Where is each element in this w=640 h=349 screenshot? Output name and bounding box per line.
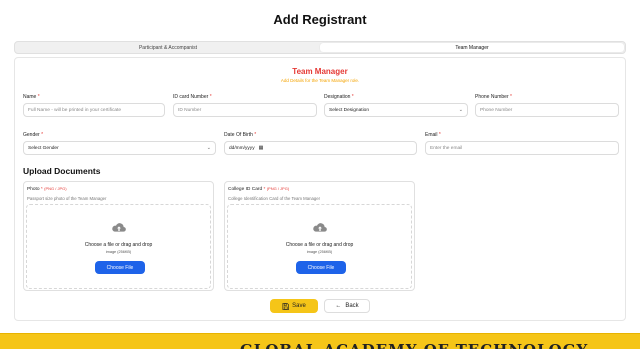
- team-manager-form: Team Manager Add Details for the Team Ma…: [14, 57, 626, 321]
- photo-description: Passport size photo of the Team Manager: [27, 196, 107, 201]
- photo-upload-card: Photo * (PNG / JPG) Passport size photo …: [23, 181, 214, 291]
- college-id-format-hint: (PNG / JPG): [266, 186, 290, 191]
- cloud-upload-icon: [112, 223, 126, 232]
- phone-placeholder: Phone Number: [480, 107, 513, 113]
- name-input[interactable]: Full Name - will be printed in your cert…: [23, 103, 165, 117]
- dob-label: Date Of Birth: [224, 132, 253, 138]
- required-marker: *: [438, 132, 441, 138]
- save-label: Save: [292, 303, 306, 309]
- dob-value: dd/mm/yyyy: [229, 145, 255, 151]
- chevron-down-icon: ⌄: [458, 107, 463, 113]
- gender-value: Select Gender: [28, 145, 59, 151]
- designation-label: Designation: [324, 94, 351, 100]
- drop-instructions: Choose a file or drag and drop: [84, 242, 153, 248]
- add-registrant-page: Add Registrant Participant & Accompanist…: [0, 0, 640, 349]
- form-heading: Team Manager: [292, 67, 348, 76]
- phone-field-group: Phone Number * Phone Number: [475, 94, 619, 117]
- dob-input[interactable]: dd/mm/yyyy ▦: [224, 141, 417, 155]
- chevron-down-icon: ⌄: [206, 145, 211, 151]
- footer-institution-name: GLOBAL ACADEMY OF TECHNOLOGY: [240, 341, 588, 349]
- id-card-field-group: ID card Number * ID Number: [173, 94, 317, 117]
- back-button[interactable]: ← Back: [324, 299, 370, 313]
- floppy-disk-icon: [282, 302, 290, 310]
- photo-drop-zone[interactable]: Choose a file or drag and drop image (25…: [26, 204, 211, 289]
- id-card-input[interactable]: ID Number: [173, 103, 317, 117]
- drop-instructions: Choose a file or drag and drop: [285, 242, 354, 248]
- college-id-label: College ID Card: [228, 187, 263, 192]
- required-marker: *: [37, 94, 40, 100]
- email-input[interactable]: Enter the email: [425, 141, 619, 155]
- designation-field-group: Designation * Select Designation ⌄: [324, 94, 468, 117]
- designation-value: Select Designation: [329, 107, 369, 113]
- required-marker: *: [41, 132, 44, 138]
- id-card-placeholder: ID Number: [178, 107, 202, 113]
- name-label: Name: [23, 94, 37, 100]
- arrow-left-icon: ←: [335, 303, 342, 309]
- tab-participant-accompanist[interactable]: Participant & Accompanist: [16, 43, 320, 52]
- file-size-hint: image (256KB): [306, 250, 333, 254]
- gender-field-group: Gender * Select Gender ⌄: [23, 132, 216, 155]
- file-size-hint: image (256KB): [105, 250, 132, 254]
- save-button[interactable]: Save: [270, 299, 318, 313]
- email-placeholder: Enter the email: [430, 145, 463, 151]
- gender-select[interactable]: Select Gender ⌄: [23, 141, 216, 155]
- phone-label: Phone Number: [475, 94, 509, 100]
- tab-bar: Participant & Accompanist Team Manager: [14, 41, 626, 54]
- college-id-choose-file-button[interactable]: Choose File: [296, 261, 346, 274]
- college-id-upload-card: College ID Card * (PNG / JPG) College Id…: [224, 181, 415, 291]
- name-placeholder: Full Name - will be printed in your cert…: [28, 107, 122, 113]
- college-id-drop-zone[interactable]: Choose a file or drag and drop image (25…: [227, 204, 412, 289]
- back-label: Back: [345, 303, 359, 309]
- required-marker: *: [351, 94, 354, 100]
- email-label: Email: [425, 132, 438, 138]
- tab-team-manager[interactable]: Team Manager: [320, 43, 624, 52]
- required-marker: *: [209, 94, 212, 100]
- college-id-description: College Identification Card of the Team …: [228, 196, 321, 201]
- photo-format-hint: (PNG / JPG): [44, 186, 67, 191]
- name-field-group: Name * Full Name - will be printed in yo…: [23, 94, 165, 117]
- phone-input[interactable]: Phone Number: [475, 103, 619, 117]
- dob-field-group: Date Of Birth * dd/mm/yyyy ▦: [224, 132, 417, 155]
- cloud-upload-icon: [313, 223, 327, 232]
- email-field-group: Email * Enter the email: [425, 132, 619, 155]
- footer-banner: GLOBAL ACADEMY OF TECHNOLOGY: [0, 333, 640, 349]
- upload-documents-heading: Upload Documents: [23, 166, 101, 176]
- designation-select[interactable]: Select Designation ⌄: [324, 103, 468, 117]
- form-subheading: Add Details for the Team Manager role.: [280, 78, 360, 83]
- required-marker: *: [40, 187, 43, 192]
- gender-label: Gender: [23, 132, 40, 138]
- required-marker: *: [510, 94, 512, 100]
- required-marker: *: [263, 187, 266, 192]
- page-title: Add Registrant: [273, 12, 367, 27]
- id-card-label: ID card Number: [173, 94, 209, 100]
- calendar-icon[interactable]: ▦: [259, 145, 264, 151]
- photo-label: Photo: [27, 187, 40, 192]
- photo-choose-file-button[interactable]: Choose File: [95, 261, 145, 274]
- required-marker: *: [254, 132, 257, 138]
